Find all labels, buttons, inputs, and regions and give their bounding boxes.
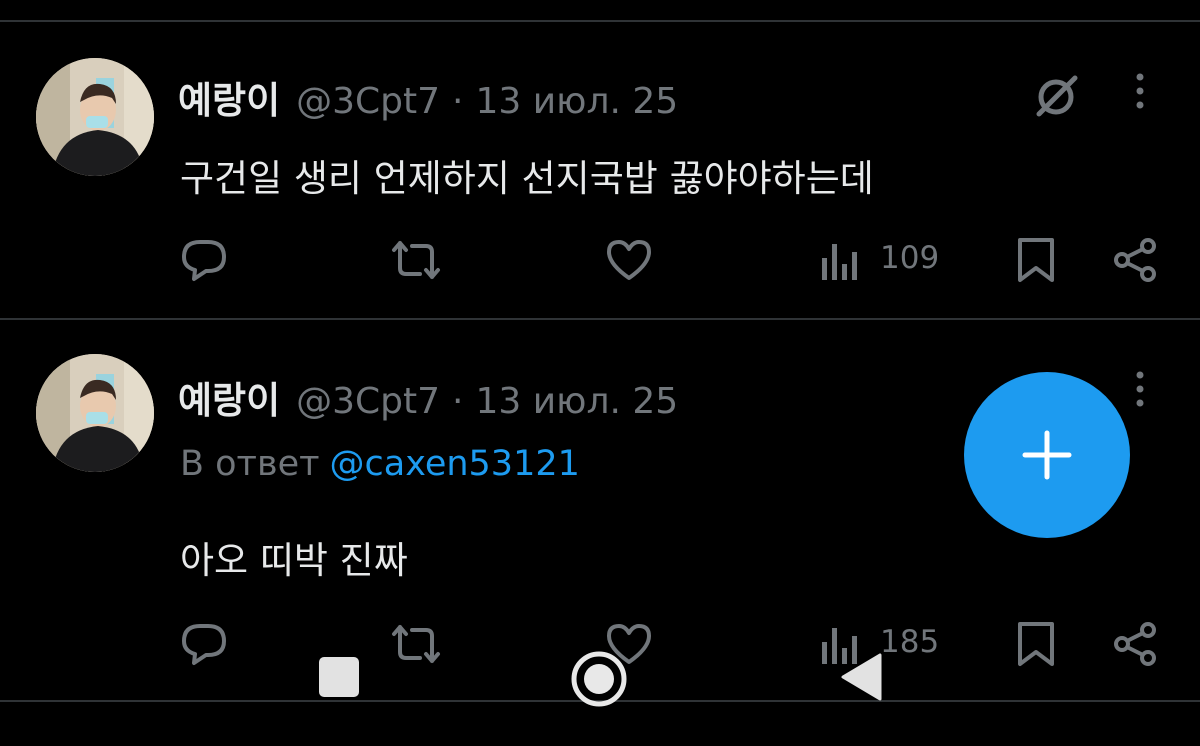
nav-recents-button[interactable] bbox=[318, 656, 360, 702]
plus-icon bbox=[1022, 430, 1072, 480]
repost-icon[interactable] bbox=[388, 622, 444, 666]
circle-icon bbox=[571, 651, 627, 707]
heart-icon[interactable] bbox=[605, 238, 653, 282]
bookmark-icon[interactable] bbox=[1016, 620, 1056, 668]
avatar-photo bbox=[36, 58, 154, 176]
post-header: 예랑이 @3Cpt7 · 13 июл. 25 bbox=[178, 70, 678, 122]
avatar[interactable] bbox=[36, 58, 154, 176]
post-header: 예랑이 @3Cpt7 · 13 июл. 25 bbox=[178, 370, 678, 422]
author-handle[interactable]: @3Cpt7 bbox=[296, 81, 440, 122]
header-separator: · bbox=[452, 81, 464, 122]
post-date[interactable]: 13 июл. 25 bbox=[476, 81, 679, 122]
more-options-icon[interactable] bbox=[1130, 370, 1150, 410]
repost-icon[interactable] bbox=[388, 238, 444, 282]
timeline-divider-middle bbox=[0, 318, 1200, 320]
post-text: 아오 띠박 진짜 bbox=[180, 539, 408, 582]
reply-icon[interactable] bbox=[180, 622, 228, 666]
share-icon[interactable] bbox=[1112, 236, 1160, 284]
avatar[interactable] bbox=[36, 354, 154, 472]
avatar-photo bbox=[36, 354, 154, 472]
reply-prefix: В ответ bbox=[180, 444, 320, 484]
nav-back-button[interactable] bbox=[840, 652, 884, 706]
author-name[interactable]: 예랑이 bbox=[178, 70, 280, 124]
post-date[interactable]: 13 июл. 25 bbox=[476, 381, 679, 422]
views-count: 109 bbox=[880, 240, 940, 276]
share-icon[interactable] bbox=[1112, 620, 1160, 668]
header-separator: · bbox=[452, 381, 464, 422]
reply-context: В ответ @caxen53121 bbox=[180, 444, 580, 484]
timeline-divider-top bbox=[0, 20, 1200, 22]
post-text: 구건일 생리 언제하지 선지국밥 끓야야하는데 bbox=[180, 157, 874, 200]
views-bar-chart-icon[interactable] bbox=[820, 240, 862, 280]
more-options-icon[interactable] bbox=[1130, 72, 1150, 112]
compose-post-button[interactable] bbox=[964, 372, 1130, 538]
grok-slash-circle-icon[interactable] bbox=[1030, 72, 1082, 120]
triangle-back-icon bbox=[841, 653, 882, 701]
bookmark-icon[interactable] bbox=[1016, 236, 1056, 284]
square-icon bbox=[319, 657, 359, 697]
nav-home-button[interactable] bbox=[570, 650, 628, 712]
author-name[interactable]: 예랑이 bbox=[178, 370, 280, 424]
views-count: 185 bbox=[880, 624, 940, 660]
author-handle[interactable]: @3Cpt7 bbox=[296, 381, 440, 422]
reply-icon[interactable] bbox=[180, 238, 228, 282]
reply-mention-link[interactable]: @caxen53121 bbox=[330, 444, 580, 484]
